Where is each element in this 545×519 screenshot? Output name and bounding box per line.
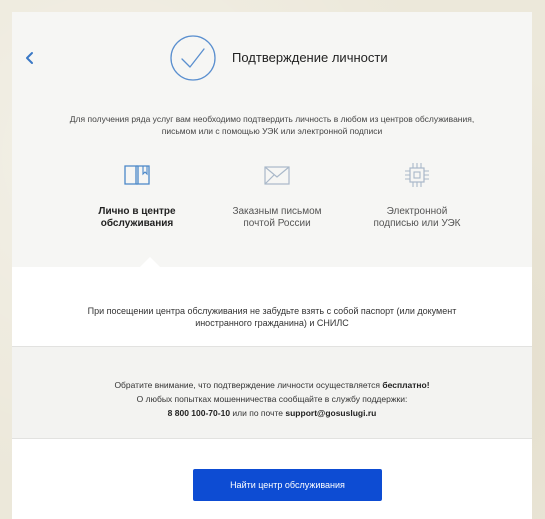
support-email[interactable]: support@gosuslugi.ru [285, 408, 376, 418]
back-arrow-icon[interactable] [22, 50, 38, 66]
intro-text: Для получения ряда услуг вам необходимо … [69, 114, 475, 136]
option-label: Лично в центре обслуживания [98, 206, 176, 229]
notice-box: Обратите внимание, что подтверждение лич… [12, 346, 532, 439]
find-service-center-button[interactable]: Найти центр обслуживания [193, 469, 382, 501]
page-title: Подтверждение личности [232, 50, 388, 65]
book-icon [124, 165, 150, 185]
active-option-pointer [140, 257, 160, 267]
check-circle-icon [170, 35, 216, 81]
free-highlight: бесплатно! [382, 380, 430, 390]
option-in-person[interactable]: Лично в центре обслуживания [72, 162, 202, 230]
option-label: Заказным письмом почтой России [232, 206, 322, 229]
option-label: Электронной подписью или УЭК [373, 206, 461, 229]
identity-panel: Подтверждение личности Для получения ряд… [12, 12, 532, 519]
option-digital-signature[interactable]: Электронной подписью или УЭК [352, 162, 482, 230]
verification-options: Лично в центре обслуживания Заказным пис… [62, 162, 502, 272]
support-phone: 8 800 100-70-10 [167, 408, 231, 418]
cta-area: Найти центр обслуживания [12, 439, 532, 519]
chip-icon [405, 163, 429, 187]
option-registered-mail[interactable]: Заказным письмом почтой России [212, 162, 342, 230]
envelope-icon [264, 166, 290, 185]
info-box: При посещении центра обслуживания не заб… [12, 267, 532, 346]
